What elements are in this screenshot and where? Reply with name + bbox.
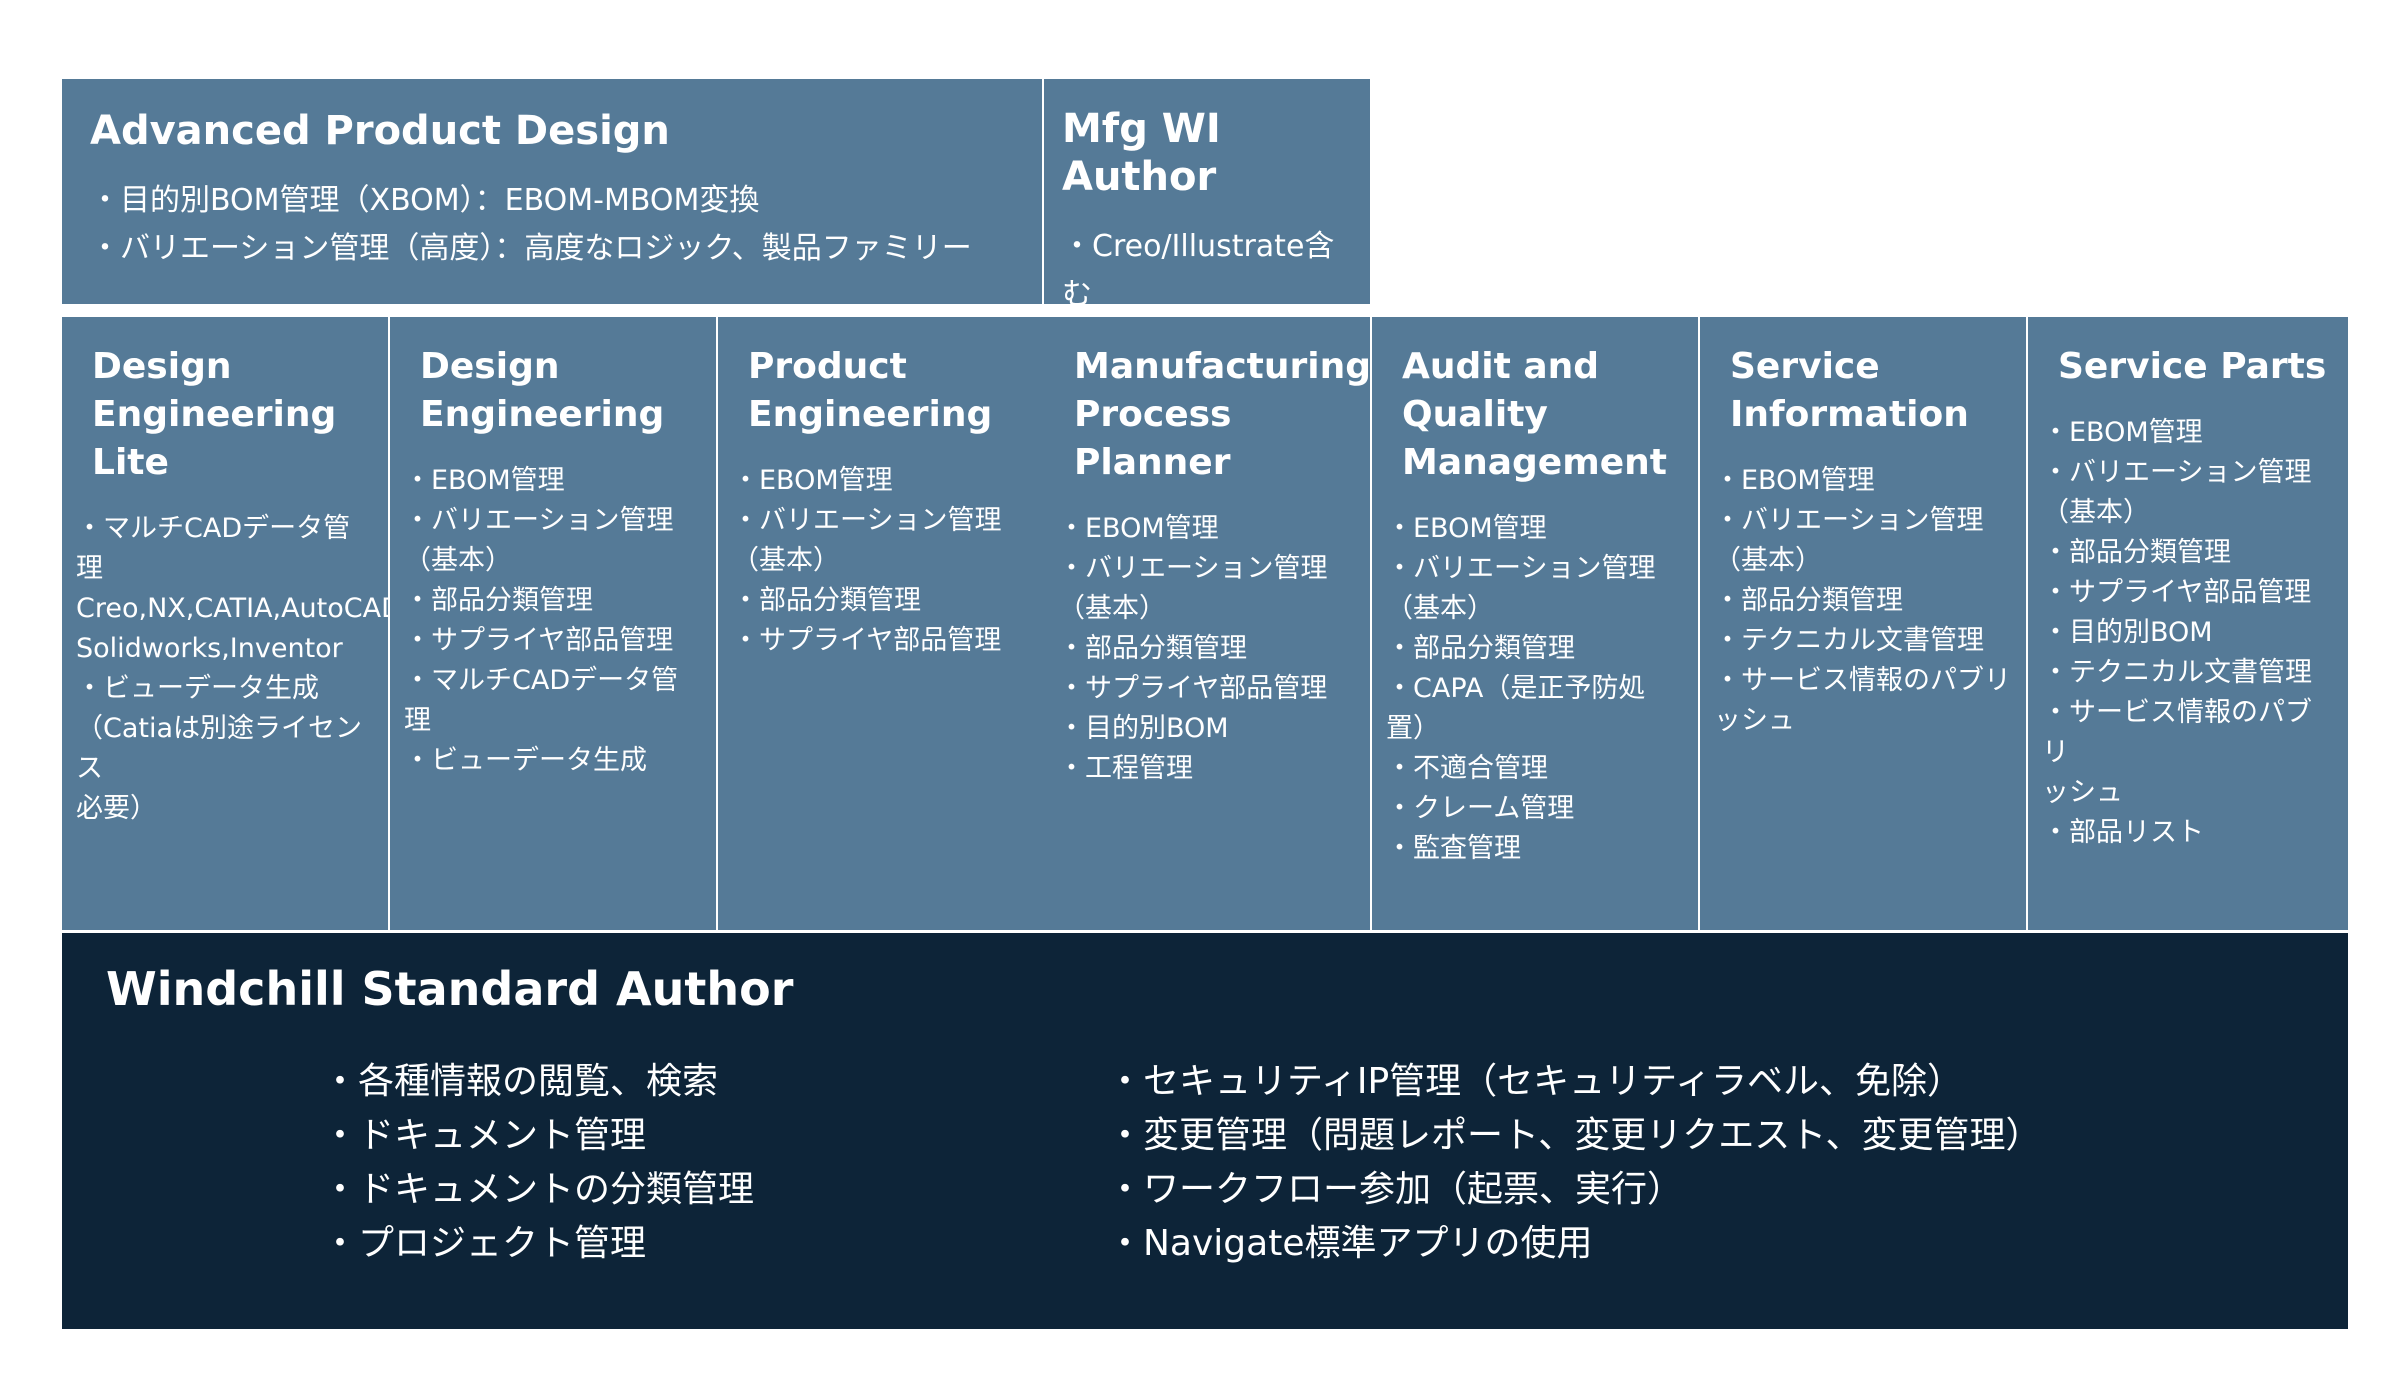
mfg-wi-author-list: ・Creo/Illustrate含む	[1062, 223, 1352, 319]
feature-item: ・部品分類管理	[404, 585, 593, 616]
mfg-wi-author-title: Mfg WI Author	[1062, 106, 1221, 200]
feature-item: ・EBOM管理	[732, 465, 893, 496]
feature-item: ・変更管理（問題レポート、変更リクエスト、変更管理）	[1107, 1115, 2042, 1156]
feature-item: ・テクニカル文書管理	[1714, 625, 1984, 656]
feature-item: ・ビューデータ生成 （Catiaは別途ライセンス 必要）	[76, 673, 363, 824]
role-feature-list: ・EBOM管理 ・バリエーション管理 （基本） ・部品分類管理 ・サプライヤ部品…	[2042, 413, 2334, 853]
role-title: Manufacturing Process Planner	[1074, 346, 1371, 483]
role-box-manufacturing-process-planner: Manufacturing Process Planner ・EBOM管理 ・バ…	[1044, 317, 1371, 930]
feature-item: ・バリエーション管理 （基本）	[1714, 505, 1984, 576]
feature-item: ・バリエーション管理 （基本）	[404, 505, 674, 576]
feature-item: ・テクニカル文書管理	[2042, 657, 2312, 688]
feature-item: ・工程管理	[1058, 753, 1193, 784]
feature-item: ・EBOM管理	[404, 465, 565, 496]
role-title: Design Engineering	[420, 346, 665, 435]
role-title: Service Information	[1730, 346, 1969, 435]
feature-item: ・バリエーション管理 （基本）	[1386, 553, 1656, 624]
feature-item: ・目的別BOM管理（XBOM）：EBOM-MBOM変換	[90, 183, 760, 218]
role-feature-list: ・EBOM管理 ・バリエーション管理 （基本） ・部品分類管理 ・テクニカル文書…	[1714, 461, 2012, 741]
feature-item: ・Navigate標準アプリの使用	[1107, 1223, 1593, 1264]
feature-item: ・各種情報の閲覧、検索	[322, 1061, 719, 1102]
feature-item: ・ドキュメントの分類管理	[322, 1169, 755, 1210]
feature-item: ・目的別BOM	[1058, 713, 1229, 744]
feature-item: ・不適合管理	[1386, 753, 1548, 784]
feature-item: ・部品分類管理	[1058, 633, 1247, 664]
feature-item: ・サービス情報のパブリ ッシュ	[2042, 697, 2312, 808]
feature-item: ・部品分類管理	[1386, 633, 1575, 664]
feature-item: ・EBOM管理	[1714, 465, 1875, 496]
feature-item: ・サービス情報のパブリ ッシュ	[1714, 665, 2011, 736]
role-box-design-engineering: Design Engineering ・EBOM管理 ・バリエーション管理 （基…	[390, 317, 716, 930]
role-feature-list: ・EBOM管理 ・バリエーション管理 （基本） ・部品分類管理 ・サプライヤ部品…	[1058, 509, 1356, 789]
feature-item: ・EBOM管理	[1058, 513, 1219, 544]
role-feature-list: ・EBOM管理 ・バリエーション管理 （基本） ・部品分類管理 ・CAPA（是正…	[1386, 509, 1684, 869]
role-box-product-engineering: Product Engineering ・EBOM管理 ・バリエーション管理 （…	[718, 317, 1044, 930]
advanced-product-design-box: Advanced Product Design ・目的別BOM管理（XBOM）：…	[62, 79, 1042, 304]
standard-author-left-list: ・各種情報の閲覧、検索 ・ドキュメント管理 ・ドキュメントの分類管理 ・プロジェ…	[322, 1055, 754, 1271]
windchill-standard-author-title: Windchill Standard Author	[106, 962, 794, 1016]
feature-item: ・バリエーション管理（高度）：高度なロジック、製品ファミリー	[90, 231, 972, 266]
role-feature-list: ・マルチCADデータ管理 Creo,NX,CATIA,AutoCAD, Soli…	[76, 509, 411, 829]
feature-item: ・部品分類管理	[732, 585, 921, 616]
role-feature-list: ・EBOM管理 ・バリエーション管理 （基本） ・部品分類管理 ・サプライヤ部品…	[404, 461, 702, 781]
feature-item: ・プロジェクト管理	[322, 1223, 647, 1264]
feature-item: ・部品分類管理	[1714, 585, 1903, 616]
feature-item: ・CAPA（是正予防処置）	[1386, 673, 1646, 744]
feature-item: ・ビューデータ生成	[404, 745, 647, 776]
advanced-product-design-list: ・目的別BOM管理（XBOM）：EBOM-MBOM変換 ・バリエーション管理（高…	[90, 177, 1014, 273]
feature-item: ・サプライヤ部品管理	[2042, 577, 2312, 608]
feature-item: ・目的別BOM	[2042, 617, 2213, 648]
feature-item: ・マルチCADデータ管理 Creo,NX,CATIA,AutoCAD, Soli…	[76, 513, 411, 664]
feature-item: ・EBOM管理	[2042, 417, 2203, 448]
feature-item: ・サプライヤ部品管理	[404, 625, 674, 656]
feature-item: ・バリエーション管理 （基本）	[732, 505, 1002, 576]
standard-author-right-list: ・セキュリティIP管理（セキュリティラベル、免除） ・変更管理（問題レポート、変…	[1107, 1055, 2042, 1271]
feature-item: ・バリエーション管理 （基本）	[1058, 553, 1328, 624]
role-box-service-information: Service Information ・EBOM管理 ・バリエーション管理 （…	[1700, 317, 2026, 930]
feature-item: ・セキュリティIP管理（セキュリティラベル、免除）	[1107, 1061, 1964, 1102]
role-title: Product Engineering	[748, 346, 993, 435]
feature-item: ・EBOM管理	[1386, 513, 1547, 544]
feature-item: ・監査管理	[1386, 833, 1521, 864]
role-title: Design Engineering Lite	[92, 346, 337, 483]
windchill-standard-author-box: Windchill Standard Author ・各種情報の閲覧、検索 ・ド…	[62, 933, 2348, 1329]
feature-item: ・サプライヤ部品管理	[732, 625, 1002, 656]
feature-item: ・部品リスト	[2042, 817, 2204, 848]
mfg-wi-author-box: Mfg WI Author ・Creo/Illustrate含む	[1044, 79, 1370, 312]
feature-item: ・ワークフロー参加（起票、実行）	[1107, 1169, 1684, 1210]
feature-item: ・ドキュメント管理	[322, 1115, 647, 1156]
role-box-design-engineering-lite: Design Engineering Lite ・マルチCADデータ管理 Cre…	[62, 317, 411, 930]
role-box-service-parts: Service Parts ・EBOM管理 ・バリエーション管理 （基本） ・部…	[2028, 317, 2348, 930]
role-title: Audit and Quality Management	[1402, 346, 1667, 483]
feature-item: ・Creo/Illustrate含む	[1062, 229, 1335, 312]
role-box-audit-quality-management: Audit and Quality Management ・EBOM管理 ・バリ…	[1372, 317, 1698, 930]
feature-item: ・部品分類管理	[2042, 537, 2231, 568]
advanced-product-design-title: Advanced Product Design	[90, 108, 670, 154]
feature-item: ・バリエーション管理 （基本）	[2042, 457, 2312, 528]
feature-item: ・クレーム管理	[1386, 793, 1575, 824]
feature-item: ・マルチCADデータ管理	[404, 665, 679, 736]
role-feature-list: ・EBOM管理 ・バリエーション管理 （基本） ・部品分類管理 ・サプライヤ部品…	[732, 461, 1030, 661]
role-title: Service Parts	[2058, 346, 2327, 387]
feature-item: ・サプライヤ部品管理	[1058, 673, 1328, 704]
